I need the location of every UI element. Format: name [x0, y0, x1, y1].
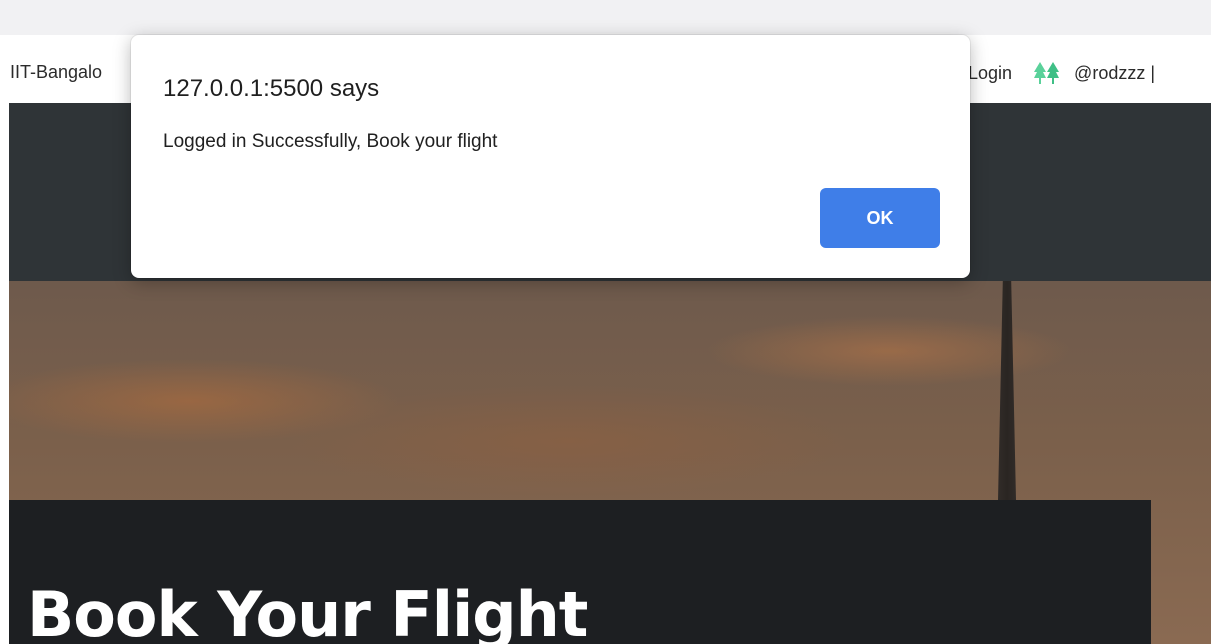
bookmark-iit-bangalore[interactable]: IIT-Bangalo — [10, 62, 102, 83]
bookmark-account[interactable]: @rodzzz | — [1074, 63, 1155, 84]
hero-title: Book Your Flight — [27, 578, 588, 644]
bookmark-right-group: Login @rodzzz | — [968, 62, 1155, 84]
bookmark-login[interactable]: Login — [968, 63, 1012, 84]
alert-title: 127.0.0.1:5500 says — [163, 75, 380, 102]
alert-message: Logged in Successfully, Book your flight — [163, 131, 498, 152]
alert-dialog: 127.0.0.1:5500 says Logged in Successful… — [131, 35, 970, 278]
ok-button[interactable]: OK — [820, 188, 940, 248]
browser-top-strip — [0, 0, 1211, 35]
trees-icon — [1034, 62, 1060, 84]
